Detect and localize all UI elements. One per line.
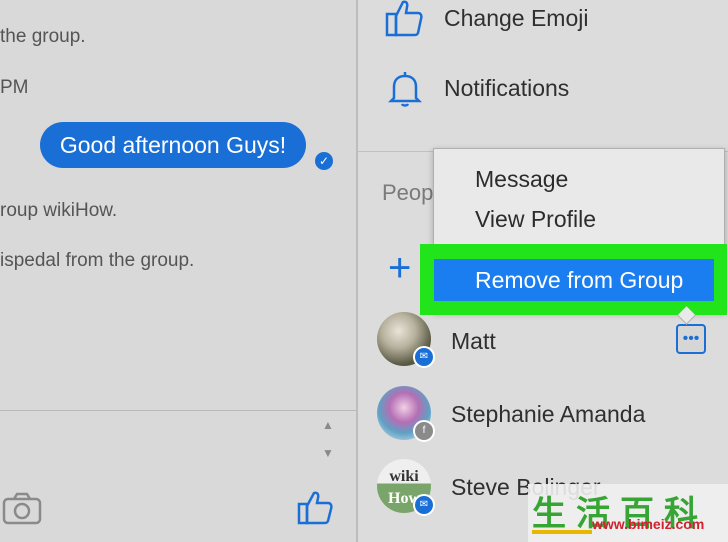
messenger-badge-icon: ✉ (413, 494, 435, 516)
change-emoji-option[interactable]: Change Emoji (444, 5, 588, 32)
composer-divider (0, 410, 356, 411)
system-message-line: the group. (0, 26, 86, 47)
timestamp: PM (0, 77, 29, 98)
messenger-badge-icon: ✉ (413, 346, 435, 368)
delivered-check-icon: ✓ (315, 152, 333, 170)
menu-item-remove-from-group[interactable]: Remove from Group (434, 259, 714, 301)
menu-item-view-profile[interactable]: View Profile (475, 206, 596, 233)
system-message-line: ispedal from the group. (0, 250, 195, 271)
watermark-url: www.bimeiz.com (592, 516, 705, 532)
bell-icon (388, 72, 422, 107)
member-name-stephanie[interactable]: Stephanie Amanda (451, 401, 645, 428)
chat-pane: the group. PM roup wikiHow. ispedal from… (0, 0, 356, 542)
scroll-down-arrow[interactable]: ▼ (320, 446, 336, 462)
remove-from-group-label: Remove from Group (475, 266, 684, 293)
like-icon[interactable] (296, 488, 334, 526)
watermark-stripe (532, 530, 592, 534)
message-bubble[interactable]: Good afternoon Guys! (40, 122, 306, 168)
notifications-option[interactable]: Notifications (444, 75, 569, 102)
thumbs-up-icon (385, 0, 423, 37)
menu-item-message[interactable]: Message (475, 166, 568, 193)
camera-icon[interactable] (2, 492, 42, 526)
add-person-icon[interactable]: + (388, 248, 411, 288)
member-name-matt[interactable]: Matt (451, 328, 496, 355)
more-options-button[interactable]: ••• (676, 324, 706, 354)
scroll-up-arrow[interactable]: ▲ (320, 418, 336, 434)
facebook-badge-icon: f (413, 420, 435, 442)
people-section-header: Peop (382, 180, 434, 205)
svg-text:wiki: wiki (389, 468, 419, 485)
system-message-line: roup wikiHow. (0, 200, 118, 221)
